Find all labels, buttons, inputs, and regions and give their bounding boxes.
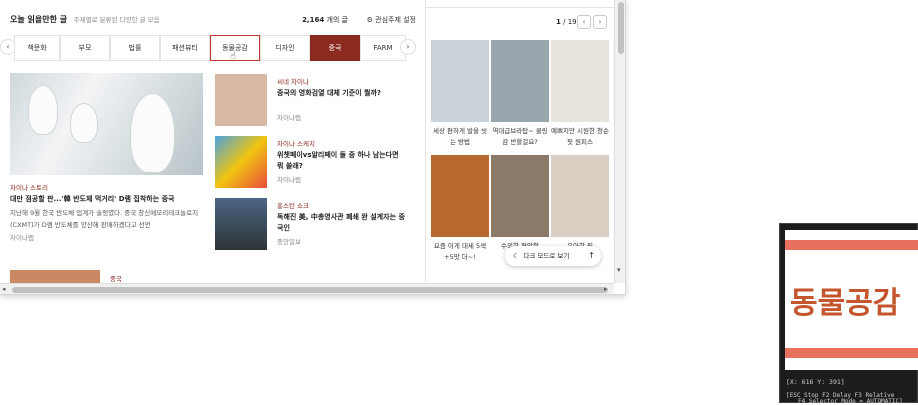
interest-settings-label: 관심주제 설정 [375,16,416,24]
pager-prev-button[interactable]: ‹ [577,15,591,29]
section-subtitle: 주제별로 분류된 다양한 글 모음 [73,16,160,24]
topic-tabs: ‹ 책문화 부모 법률 패션뷰티 동물공감 디자인 중국 FARM › [0,34,418,62]
product-image[interactable] [431,155,489,237]
product-item[interactable]: 역대급브라탑~ 쿨링감 반할걸요? [491,40,549,148]
cursor-coordinates: [X: 616 Y: 391] [786,378,845,386]
panel-top-border [426,0,614,8]
chevron-right-icon: › [406,42,410,51]
product-image[interactable] [551,155,609,237]
zoom-preview-text: 동물공감 [790,286,901,321]
main-story-body[interactable]: 지난해 9월 한국 반도체 업계가 술렁였다. 중국 창신메모리테크놀로지(CX… [10,207,206,231]
chevron-right-icon: › [598,18,602,26]
chevron-left-icon: ‹ [6,42,10,51]
zoom-border-top [785,240,918,250]
side-story-source: 차이나랩 [277,176,301,184]
tab-design[interactable]: 디자인 [260,35,310,61]
inspector-hint-line2: F4 Selector Mode = AUTOMATIC] [798,398,903,405]
zoom-preview: 동물공감 [785,230,918,370]
vertical-scrollbar[interactable]: ▾ [614,0,625,283]
tabs-next-button[interactable]: › [400,39,416,55]
product-caption[interactable]: 역대급브라탑~ 쿨링감 반할걸요? [491,126,549,148]
tab-books[interactable]: 책문화 [14,35,60,61]
horizontal-scrollbar-thumb[interactable] [12,287,608,293]
side-story[interactable]: 씨네 차이나 중국의 영화검열 대체 기준이 뭘까? 차이나랩 [215,74,415,129]
browser-window: 오늘 읽을만한 글 주제별로 분류된 다양한 글 모음 2,164 개의 글 ⚙… [0,0,626,295]
side-story[interactable]: 차이나 스케치 위챗페이vs알리페이 둘 중 하나 남는다면 뭐 쓸래? 차이나… [215,136,415,191]
side-story-thumbnail[interactable] [215,198,267,250]
product-item[interactable]: 요즘 이게 대세 5색+5맛 더~! [431,155,489,263]
figure-shape [70,103,98,143]
pager-separator: / [563,18,566,26]
main-story-source: 차이나랩 [10,234,34,242]
bottom-story-category[interactable]: 중국 [110,273,122,283]
product-image[interactable] [491,40,549,122]
side-story-category: 씨네 차이나 [277,78,309,86]
side-story-source: 중앙일보 [277,238,301,246]
chevron-left-icon: ‹ [582,18,586,26]
bottom-story-thumbnail[interactable] [10,270,100,283]
content-main: 오늘 읽을만한 글 주제별로 분류된 다양한 글 모음 2,164 개의 글 ⚙… [0,0,424,283]
article-count-number: 2,164 [302,16,325,24]
side-story[interactable]: 홍스턴 쇼크 독해진 美, 中총영사관 폐쇄 완 설계자는 중국인 중앙일보 [215,198,415,253]
product-image[interactable] [431,40,489,122]
scroll-right-arrow-icon[interactable]: ▸ [604,285,608,293]
side-story-thumbnail[interactable] [215,74,267,126]
product-image[interactable] [491,155,549,237]
gear-icon: ⚙ [366,16,373,24]
panel-pager: 1 / 19 [556,18,577,26]
main-story-image[interactable] [10,73,203,175]
vertical-scrollbar-thumb[interactable] [618,2,624,54]
moon-icon: ☾ [513,252,520,260]
figure-shape [28,85,58,135]
side-story-title[interactable]: 중국의 영화검열 대체 기준이 뭘까? [277,88,407,99]
pager-current: 1 [556,18,561,26]
horizontal-scrollbar[interactable]: ◂ ▸ [0,283,614,294]
article-count-suffix: 개의 글 [326,16,348,24]
side-story-source: 차이나랩 [277,114,301,122]
interest-settings-link[interactable]: ⚙ 관심주제 설정 [367,15,416,25]
figure-shape [130,93,175,173]
pager-next-button[interactable]: › [593,15,607,29]
dark-mode-label: 다크 모드로 보기 [523,252,570,260]
side-story-title[interactable]: 독해진 美, 中총영사관 폐쇄 완 설계자는 중국인 [277,212,407,234]
side-story-title[interactable]: 위챗페이vs알리페이 둘 중 하나 남는다면 뭐 쓸래? [277,150,407,172]
product-caption[interactable]: 요즘 이게 대세 5색+5맛 더~! [431,241,489,263]
up-arrow-icon[interactable]: ↑ [588,246,595,266]
zoom-border-bottom [785,348,918,358]
inspector-overlay: 동물공감 [X: 616 Y: 391] [ESC Stop F2 Delay … [779,223,918,405]
main-story-title[interactable]: 대만 점공할 판...'韓 반도체 먹거리' D램 집착하는 중국 [10,194,210,204]
dark-mode-toggle[interactable]: ☾ 다크 모드로 보기 ↑ [505,246,601,266]
product-caption[interactable]: 세상 편하게 발을 씻는 방법 [431,126,489,148]
shopping-panel: 1 / 19 ‹ › 세상 편하게 발을 씻는 방법 역대급브라탑~ 쿨링감 반… [425,0,614,283]
tab-law[interactable]: 법률 [110,35,160,61]
main-story-category[interactable]: 차이나 스토리 [10,182,48,192]
section-header: 오늘 읽을만한 글 주제별로 분류된 다양한 글 모음 2,164 개의 글 ⚙… [10,14,416,28]
section-title: 오늘 읽을만한 글 [10,15,68,24]
side-story-category: 홍스턴 쇼크 [277,202,309,210]
tab-fashion-beauty[interactable]: 패션뷰티 [160,35,210,61]
product-item[interactable]: 세상 편하게 발을 씻는 방법 [431,40,489,148]
article-count: 2,164 개의 글 [302,15,348,25]
product-item[interactable]: 수외한 편안함 [491,155,549,252]
side-story-thumbnail[interactable] [215,136,267,188]
scroll-left-arrow-icon[interactable]: ◂ [2,285,6,293]
hand-cursor-icon: ☝ [230,51,237,62]
scroll-down-arrow-icon[interactable]: ▾ [617,266,621,274]
product-item[interactable]: 예쁘지만 시원한 청순핏 원피스 [551,40,609,148]
product-item[interactable]: 우아한 핏 [551,155,609,252]
product-caption[interactable]: 예쁘지만 시원한 청순핏 원피스 [551,126,609,148]
side-story-category: 차이나 스케치 [277,140,315,148]
product-image[interactable] [551,40,609,122]
tab-china[interactable]: 중국 [310,35,360,61]
tab-parents[interactable]: 부모 [60,35,110,61]
pager-total: 19 [567,18,577,26]
